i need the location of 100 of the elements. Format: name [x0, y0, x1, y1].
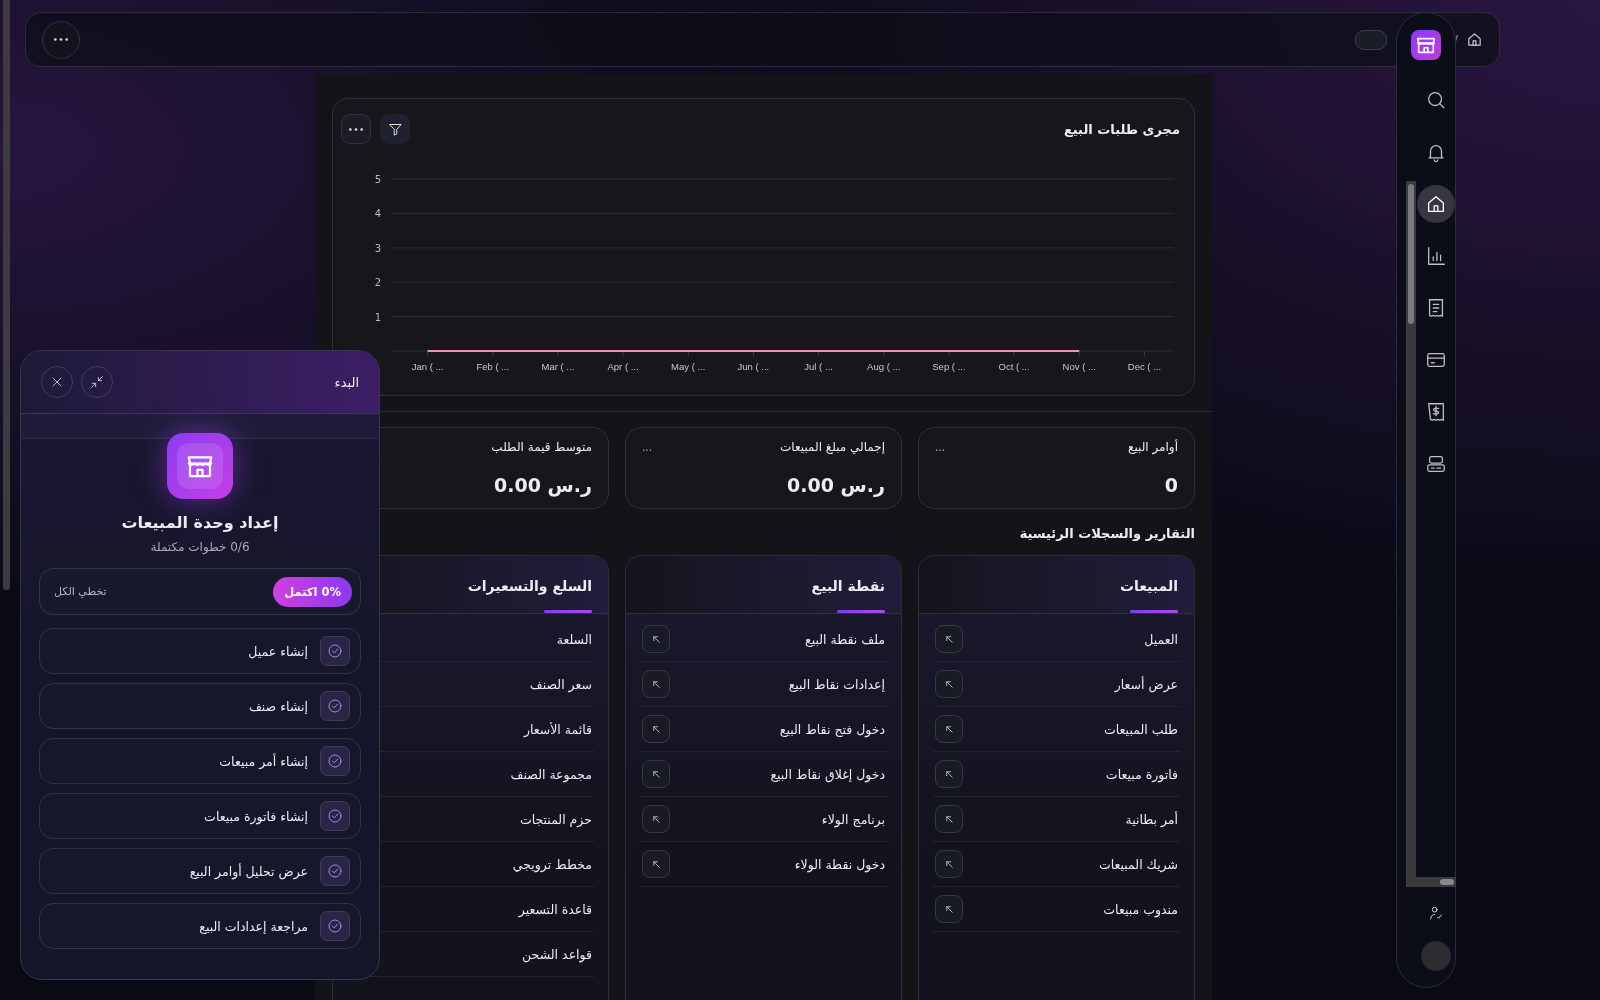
module-title[interactable]: نقطة البيع — [811, 578, 885, 594]
module-link[interactable]: فاتورة مبيعات — [1105, 766, 1178, 782]
module-link[interactable]: السلعة — [556, 631, 592, 647]
module-link[interactable]: طلب المبيعات — [1104, 721, 1178, 737]
axis-label: Jan ( ... — [411, 361, 444, 372]
server-icon — [1425, 453, 1447, 475]
title-underline — [544, 610, 592, 613]
open-button[interactable] — [642, 625, 670, 653]
step-label: إنشاء صنف — [248, 698, 308, 714]
module-link[interactable]: مخطط ترويجي — [512, 856, 592, 872]
toggle-switch[interactable] — [1355, 29, 1388, 50]
open-button[interactable] — [642, 850, 670, 878]
open-button[interactable] — [935, 895, 963, 923]
step-item[interactable]: عرض تحليل أوامر البيع — [39, 848, 361, 894]
nav-button[interactable] — [1417, 185, 1455, 223]
progress-text: 0/6 خطوات مكتملة — [150, 540, 250, 554]
filter-button[interactable] — [380, 114, 410, 144]
bar-chart-icon — [1425, 245, 1447, 267]
axis-label: Mar ( ... — [541, 361, 575, 372]
filter-icon — [387, 121, 403, 137]
axis-label: 1 — [374, 311, 381, 323]
scrollbar[interactable] — [3, 0, 10, 590]
axis-label: Sep ( ... — [932, 361, 966, 372]
scrollbar[interactable] — [1406, 877, 1456, 887]
stat-value: 0 — [1163, 474, 1178, 496]
stat-value: ر.س 0.00 — [786, 474, 885, 496]
module-link[interactable]: حزم المنتجات — [519, 811, 592, 827]
step-label: إنشاء فاتورة مبيعات — [204, 808, 308, 824]
title-underline — [837, 610, 885, 613]
title-underline — [1130, 610, 1178, 613]
open-button[interactable] — [935, 850, 963, 878]
module-link[interactable]: مجموعة الصنف — [510, 766, 592, 782]
step-item[interactable]: إنشاء عميل — [39, 628, 361, 674]
app-logo[interactable] — [1411, 30, 1441, 60]
axis-label: Feb ( ... — [476, 361, 510, 372]
stat-label: متوسط قيمة الطلب — [491, 440, 592, 454]
user-check-icon[interactable] — [1428, 905, 1444, 921]
avatar[interactable] — [1421, 941, 1451, 971]
axis-label: 5 — [374, 174, 381, 185]
more-button[interactable] — [341, 114, 371, 144]
more-button[interactable]: ... — [935, 440, 945, 454]
skip-all-button[interactable]: تخطي الكل — [54, 585, 107, 598]
axis-label: Oct ( ... — [998, 361, 1030, 372]
module-link[interactable]: قاعدة التسعير — [518, 901, 592, 917]
module-link[interactable]: مندوب مبيعات — [1103, 901, 1178, 917]
section-title: التقارير والسجلات الرئيسية — [1019, 526, 1195, 541]
panel-heading: إعداد وحدة المبيعات — [121, 513, 279, 532]
more-button[interactable]: ... — [642, 440, 652, 454]
module-link[interactable]: شريك المبيعات — [1098, 856, 1178, 872]
home-icon[interactable] — [1466, 31, 1483, 48]
module-link[interactable]: سعر الصنف — [529, 676, 592, 692]
module-link[interactable]: برنامج الولاء — [821, 811, 885, 827]
module-link[interactable]: قائمة الأسعار — [523, 721, 592, 737]
progress-badge: 0% اكتمل — [273, 576, 352, 607]
stat-label: أوامر البيع — [1128, 440, 1178, 454]
module-title[interactable]: المبيعات — [1119, 578, 1178, 594]
chart-title: مجرى طلبات البيع — [1063, 121, 1180, 137]
step-item[interactable]: إنشاء أمر مبيعات — [39, 738, 361, 784]
axis-label: Apr ( ... — [607, 361, 639, 372]
dollar-receipt-icon — [1425, 401, 1447, 423]
open-button[interactable] — [935, 805, 963, 833]
open-button[interactable] — [642, 715, 670, 743]
open-button[interactable] — [935, 670, 963, 698]
axis-label: 4 — [374, 208, 381, 220]
panel-title: البدء — [334, 374, 359, 390]
axis-label: Jul ( ... — [804, 361, 833, 372]
module-link[interactable]: قواعد الشحن — [522, 946, 592, 962]
step-label: إنشاء عميل — [248, 643, 308, 659]
module-link[interactable]: دخول إغلاق نقاط البيع — [770, 766, 885, 782]
open-button[interactable] — [642, 670, 670, 698]
scrollbar[interactable] — [1406, 181, 1416, 877]
step-label: مراجعة إعدادات البيع — [199, 918, 308, 934]
module-link[interactable]: عرض أسعار — [1114, 676, 1178, 692]
open-button[interactable] — [642, 760, 670, 788]
stat-value: ر.س 0.00 — [493, 474, 592, 496]
step-item[interactable]: إنشاء فاتورة مبيعات — [39, 793, 361, 839]
module-link[interactable]: أمر بطانية — [1125, 811, 1178, 827]
module-link[interactable]: إعدادات نقاط البيع — [788, 676, 885, 692]
axis-label: Jun ( ... — [737, 361, 770, 372]
axis-label: Dec ( ... — [1127, 361, 1162, 372]
open-button[interactable] — [935, 715, 963, 743]
module-link[interactable]: ملف نقطة البيع — [805, 631, 885, 647]
search-icon — [1425, 89, 1447, 111]
axis-label: May ( ... — [671, 361, 706, 372]
module-link[interactable]: دخول فتح نقاط البيع — [779, 721, 885, 737]
step-label: إنشاء أمر مبيعات — [219, 753, 308, 769]
step-item[interactable]: مراجعة إعدادات البيع — [39, 903, 361, 949]
module-title[interactable]: السلع والتسعيرات — [467, 578, 592, 594]
stat-label: إجمالي مبلغ المبيعات — [780, 440, 885, 454]
axis-label: Aug ( ... — [867, 361, 901, 372]
open-button[interactable] — [935, 760, 963, 788]
module-link[interactable]: العميل — [1144, 631, 1178, 647]
axis-label: Nov ( ... — [1062, 361, 1096, 372]
home-icon — [1425, 193, 1447, 215]
step-item[interactable]: إنشاء صنف — [39, 683, 361, 729]
axis-label: 2 — [374, 277, 381, 289]
open-button[interactable] — [935, 625, 963, 653]
module-link[interactable]: دخول نقطة الولاء — [794, 856, 885, 872]
collapse-icon — [89, 374, 105, 390]
open-button[interactable] — [642, 805, 670, 833]
